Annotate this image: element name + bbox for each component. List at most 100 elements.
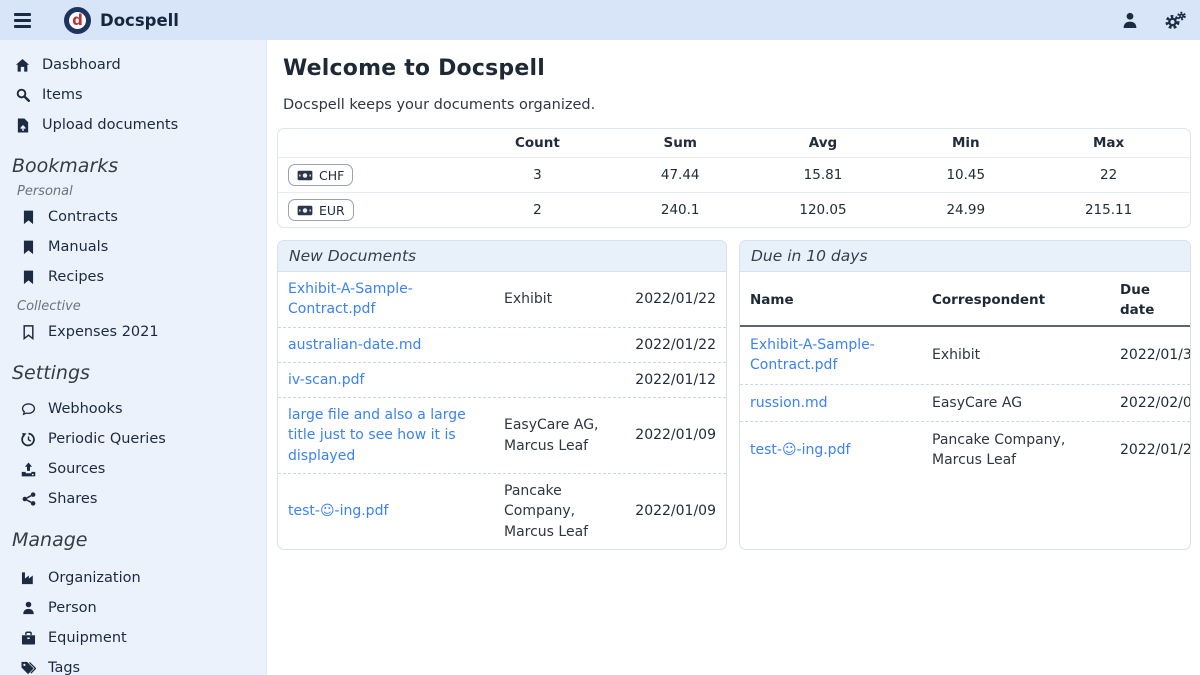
- sidebar-item-periodic-queries[interactable]: Periodic Queries: [12, 424, 256, 454]
- due-row: test-☺-ing.pdf Pancake Company, Marcus L…: [740, 421, 1190, 479]
- sidebar-item-bookmark-expenses-2021[interactable]: Expenses 2021: [12, 317, 256, 347]
- document-date: 2022/01/09: [628, 425, 716, 445]
- sidebar-item-label: Webhooks: [48, 401, 123, 417]
- stats-col-sum: Sum: [609, 135, 752, 151]
- sidebar-item-label: Organization: [48, 570, 141, 586]
- stats-row-chf: CHF 3 47.44 15.81 10.45 22: [278, 157, 1190, 192]
- document-correspondent: EasyCare AG: [932, 393, 1114, 413]
- sidebar-item-dashboard[interactable]: Dasbhoard: [12, 50, 256, 80]
- sidebar-item-label: Expenses 2021: [48, 324, 159, 340]
- stat-value: 240.1: [609, 202, 752, 218]
- document-link[interactable]: Exhibit-A-Sample-Contract.pdf: [288, 281, 413, 317]
- sidebar-item-equipment[interactable]: Equipment: [12, 623, 256, 653]
- stat-value: 215.11: [1037, 202, 1180, 218]
- stat-value: 10.45: [894, 167, 1037, 183]
- equipment-icon: [20, 631, 37, 645]
- sidebar-item-items[interactable]: Items: [12, 80, 256, 110]
- sidebar-item-sources[interactable]: Sources: [12, 454, 256, 484]
- document-row: Exhibit-A-Sample-Contract.pdf Exhibit 20…: [278, 272, 726, 327]
- sidebar: Dasbhoard Items Upload documents Bookmar…: [0, 40, 267, 675]
- document-link[interactable]: test-☺-ing.pdf: [750, 442, 850, 458]
- page-title: Welcome to Docspell: [283, 56, 1191, 81]
- bookmarks-section-title: Bookmarks: [12, 155, 256, 177]
- history-icon: [20, 432, 37, 447]
- sidebar-item-bookmark-manuals[interactable]: Manuals: [12, 232, 256, 262]
- main-content: Welcome to Docspell Docspell keeps your …: [267, 40, 1200, 675]
- document-date: 2022/01/12: [628, 370, 716, 390]
- due-panel-title: Due in 10 days: [740, 241, 1190, 272]
- document-due-date: 2022/01/31: [1120, 345, 1191, 365]
- sidebar-item-label: Upload documents: [42, 117, 178, 133]
- document-date: 2022/01/22: [628, 335, 716, 355]
- stat-value: 2: [466, 202, 609, 218]
- search-icon: [14, 88, 31, 102]
- bookmarks-group-collective: Collective: [17, 299, 256, 314]
- document-row: iv-scan.pdf 2022/01/12: [278, 362, 726, 397]
- app-title: Docspell: [100, 11, 179, 30]
- sidebar-item-label: Sources: [48, 461, 105, 477]
- stats-header-row: Count Sum Avg Min Max: [278, 129, 1190, 157]
- sidebar-item-tags[interactable]: Tags: [12, 653, 256, 675]
- document-link[interactable]: Exhibit-A-Sample-Contract.pdf: [750, 337, 875, 373]
- user-icon[interactable]: [1122, 12, 1138, 29]
- due-row: russion.md EasyCare AG 2022/02/04: [740, 384, 1190, 421]
- sidebar-item-person[interactable]: Person: [12, 593, 256, 623]
- stat-value: 3: [466, 167, 609, 183]
- bookmark-filled-icon: [20, 240, 37, 255]
- document-correspondent: Pancake Company, Marcus Leaf: [932, 430, 1114, 471]
- upload-icon: [20, 462, 37, 477]
- document-link[interactable]: australian-date.md: [288, 337, 421, 353]
- sidebar-item-bookmark-recipes[interactable]: Recipes: [12, 262, 256, 292]
- currency-badge: EUR: [288, 199, 354, 221]
- stats-row-eur: EUR 2 240.1 120.05 24.99 215.11: [278, 192, 1190, 227]
- due-panel: Due in 10 days Name Correspondent Due da…: [739, 240, 1191, 550]
- home-icon: [14, 58, 31, 73]
- person-icon: [20, 601, 37, 615]
- app-logo[interactable]: d Docspell: [64, 7, 179, 34]
- settings-section-title: Settings: [12, 362, 256, 384]
- sidebar-item-label: Periodic Queries: [48, 431, 166, 447]
- due-header-row: Name Correspondent Due date: [740, 276, 1190, 327]
- sidebar-item-label: Person: [48, 600, 97, 616]
- document-link[interactable]: test-☺-ing.pdf: [288, 503, 388, 519]
- due-row: Exhibit-A-Sample-Contract.pdf Exhibit 20…: [740, 327, 1190, 384]
- new-documents-panel: New Documents Exhibit-A-Sample-Contract.…: [277, 240, 727, 550]
- sidebar-item-label: Recipes: [48, 269, 104, 285]
- document-correspondent: Pancake Company, Marcus Leaf: [504, 481, 620, 542]
- sidebar-item-upload[interactable]: Upload documents: [12, 110, 256, 140]
- currency-badge: CHF: [288, 164, 353, 186]
- stat-value: 120.05: [752, 202, 895, 218]
- stat-value: 24.99: [894, 202, 1037, 218]
- document-correspondent: EasyCare AG, Marcus Leaf: [504, 415, 620, 456]
- due-table: Name Correspondent Due date Exhibit-A-Sa…: [740, 272, 1190, 479]
- due-col-correspondent: Correspondent: [932, 291, 1114, 311]
- docspell-logo-icon: d: [64, 7, 91, 34]
- sidebar-item-label: Equipment: [48, 630, 127, 646]
- document-link[interactable]: russion.md: [750, 395, 828, 411]
- due-col-date: Due date: [1120, 281, 1180, 320]
- bookmark-filled-icon: [20, 210, 37, 225]
- industry-icon: [20, 571, 37, 585]
- money-bill-icon: [297, 205, 313, 216]
- sidebar-item-bookmark-contracts[interactable]: Contracts: [12, 202, 256, 232]
- document-correspondent: Exhibit: [504, 289, 620, 309]
- sidebar-item-webhooks[interactable]: Webhooks: [12, 394, 256, 424]
- document-row: large file and also a large title just t…: [278, 397, 726, 473]
- document-row: test-☺-ing.pdf Pancake Company, Marcus L…: [278, 473, 726, 549]
- sidebar-item-organization[interactable]: Organization: [12, 563, 256, 593]
- stats-col-count: Count: [466, 135, 609, 151]
- document-link[interactable]: large file and also a large title just t…: [288, 407, 466, 464]
- document-link[interactable]: iv-scan.pdf: [288, 372, 364, 388]
- cogs-icon[interactable]: [1164, 11, 1186, 30]
- tags-icon: [20, 661, 37, 675]
- menu-icon[interactable]: [14, 7, 40, 33]
- share-icon: [20, 492, 37, 506]
- sidebar-item-label: Items: [42, 87, 83, 103]
- money-bill-icon: [297, 170, 313, 181]
- document-correspondent: Exhibit: [932, 345, 1114, 365]
- comment-icon: [20, 402, 37, 416]
- sidebar-item-shares[interactable]: Shares: [12, 484, 256, 514]
- stats-col-max: Max: [1037, 135, 1180, 151]
- bookmarks-group-personal: Personal: [17, 184, 256, 199]
- new-documents-title: New Documents: [278, 241, 726, 272]
